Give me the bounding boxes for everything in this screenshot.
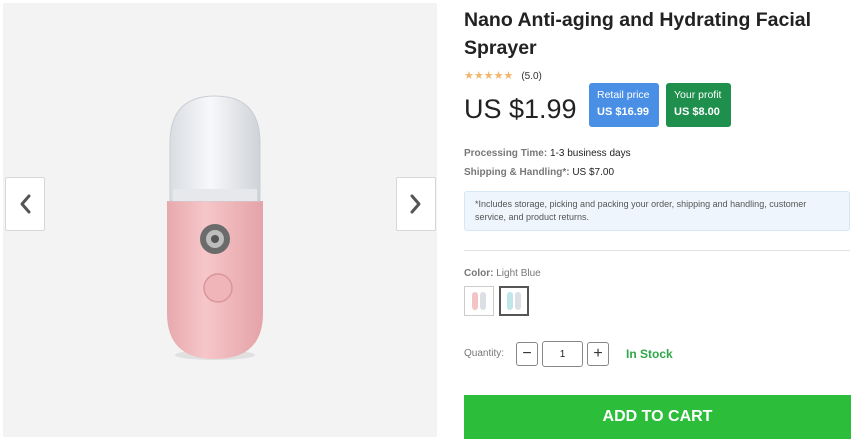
color-selector-label: Color: Light Blue [464, 268, 541, 279]
quantity-decrease-button[interactable]: − [516, 342, 538, 366]
processing-time-value: 1-3 business days [549, 148, 631, 159]
product-image [3, 3, 437, 437]
product-rating: ★★★★★ (5.0) [464, 70, 542, 82]
retail-price-badge: Retail price US $16.99 [589, 83, 659, 127]
shipping-handling-label: Shipping & Handling*: [464, 167, 570, 178]
previous-image-button[interactable] [5, 177, 45, 231]
swatch-thumbnail [515, 292, 521, 310]
product-title: Nano Anti-aging and Hydrating Facial Spr… [464, 9, 812, 59]
swatch-thumbnail [507, 292, 513, 310]
quantity-input[interactable] [542, 341, 583, 367]
rating-score: (5.0) [521, 70, 542, 82]
next-image-button[interactable] [396, 177, 436, 231]
shipping-handling-value: US $7.00 [572, 167, 615, 178]
product-gallery [3, 3, 437, 437]
star-icons: ★★★★★ [464, 69, 514, 82]
retail-price-value: US $16.99 [597, 106, 649, 118]
profit-badge: Your profit US $8.00 [666, 83, 731, 127]
chevron-left-icon [20, 194, 31, 214]
swatch-thumbnail [472, 292, 478, 310]
color-value: Light Blue [496, 268, 541, 279]
star-rating-icon: ★★★★★ [464, 70, 513, 82]
color-swatch-light-blue[interactable] [499, 286, 529, 316]
divider [464, 250, 850, 251]
color-label: Color: [464, 268, 494, 279]
processing-time-row: Processing Time: 1-3 business days [464, 148, 631, 159]
swatch-thumbnail [480, 292, 486, 310]
quantity-increase-button[interactable]: + [587, 342, 609, 366]
color-swatch-pink[interactable] [464, 286, 494, 316]
add-to-cart-button[interactable]: ADD TO CART [464, 395, 851, 439]
shipping-notice: *Includes storage, picking and packing y… [464, 191, 850, 231]
quantity-label: Quantity: [464, 348, 505, 359]
product-price: US $1.99 [464, 94, 577, 124]
profit-value: US $8.00 [674, 106, 720, 118]
stock-status: In Stock [626, 347, 673, 361]
processing-time-label: Processing Time: [464, 148, 548, 159]
profit-label: Your profit [674, 89, 722, 101]
retail-price-label: Retail price [597, 89, 650, 101]
shipping-handling-row: Shipping & Handling*: US $7.00 [464, 167, 614, 178]
chevron-right-icon [410, 194, 421, 214]
